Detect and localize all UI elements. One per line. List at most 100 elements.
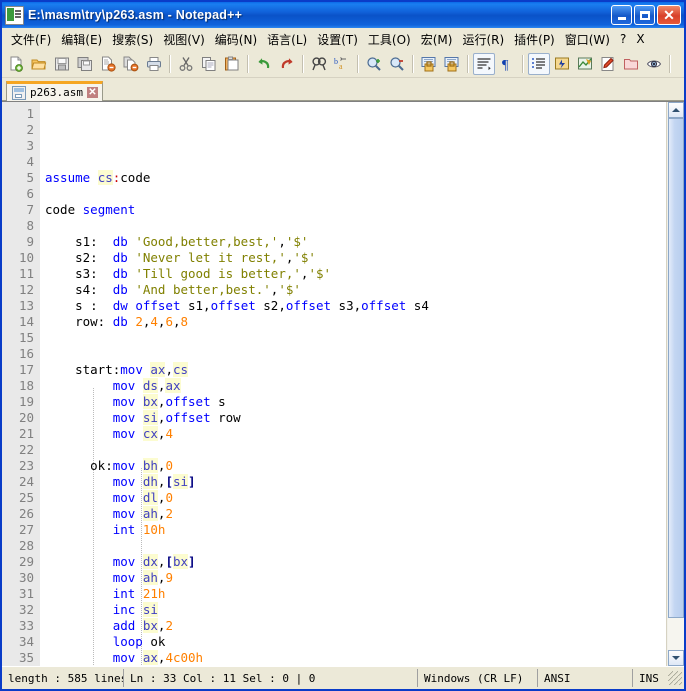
minimize-button[interactable] [611, 5, 632, 25]
code-line[interactable]: mov si,offset row [45, 410, 666, 426]
close-button[interactable]: ✕ [657, 5, 681, 25]
code-line[interactable]: s3: db 'Till good is better,','$' [45, 266, 666, 282]
zoom-out-icon[interactable] [386, 53, 408, 75]
sync-vertical-scroll-icon[interactable] [418, 53, 440, 75]
redo-icon[interactable] [276, 53, 298, 75]
find-icon[interactable] [308, 53, 330, 75]
code-line[interactable]: code segment [45, 202, 666, 218]
undo-icon[interactable] [253, 53, 275, 75]
save-all-icon[interactable] [74, 53, 96, 75]
code-line[interactable]: s : dw offset s1,offset s2,offset s3,off… [45, 298, 666, 314]
code-line[interactable]: int 21h [45, 586, 666, 602]
print-icon[interactable] [143, 53, 165, 75]
code-text[interactable]: assume cs:code code segment s1: db 'Good… [40, 102, 666, 666]
code-line[interactable] [45, 442, 666, 458]
menu-language[interactable]: 语言(L) [262, 29, 312, 50]
folder-as-workspace-icon[interactable] [620, 53, 642, 75]
paste-icon[interactable] [221, 53, 243, 75]
code-line[interactable]: row: db 2,4,6,8 [45, 314, 666, 330]
code-line[interactable] [45, 186, 666, 202]
line-number: 3 [26, 138, 34, 153]
code-line[interactable]: mov dx,[bx] [45, 554, 666, 570]
code-line[interactable]: s2: db 'Never let it rest,','$' [45, 250, 666, 266]
cut-icon[interactable] [175, 53, 197, 75]
status-insert-mode[interactable]: INS [633, 669, 665, 687]
save-icon[interactable] [51, 53, 73, 75]
code-token: '$' [285, 234, 309, 249]
code-line[interactable] [45, 346, 666, 362]
resize-grip-icon[interactable] [668, 671, 682, 685]
code-line[interactable]: start:mov ax,cs [45, 362, 666, 378]
code-line[interactable] [45, 218, 666, 234]
menu-close-doc[interactable]: X [631, 30, 649, 48]
code-token: cs [172, 362, 189, 377]
code-line[interactable]: mov ah,9 [45, 570, 666, 586]
tab-p263-asm[interactable]: p263.asm ✕ [6, 81, 103, 101]
show-all-characters-icon[interactable]: ¶ [496, 53, 518, 75]
code-line[interactable]: loop ok [45, 634, 666, 650]
code-line[interactable]: mov ah,2 [45, 506, 666, 522]
notepad-plus-plus-window: E:\masm\try\p263.asm - Notepad++ ✕ 文件(F)… [0, 0, 686, 691]
menu-view[interactable]: 视图(V) [158, 29, 210, 50]
open-file-icon[interactable] [28, 53, 50, 75]
menu-plugins[interactable]: 插件(P) [509, 29, 560, 50]
code-line[interactable]: add bx,2 [45, 618, 666, 634]
scroll-up-button[interactable] [667, 102, 684, 118]
code-token: assume [45, 170, 91, 185]
new-file-icon[interactable] [5, 53, 27, 75]
menu-window[interactable]: 窗口(W) [560, 29, 615, 50]
word-wrap-icon[interactable] [473, 53, 495, 75]
menu-settings[interactable]: 设置(T) [312, 29, 363, 50]
menu-tools[interactable]: 工具(O) [363, 29, 416, 50]
code-line[interactable]: s1: db 'Good,better,best,','$' [45, 234, 666, 250]
close-file-icon[interactable] [97, 53, 119, 75]
show-function-list-icon[interactable] [574, 53, 596, 75]
replace-icon[interactable]: ba [331, 53, 353, 75]
copy-icon[interactable] [198, 53, 220, 75]
zoom-in-icon[interactable] [363, 53, 385, 75]
code-token: db [112, 234, 128, 249]
toolbar-separator [247, 55, 249, 73]
code-line[interactable]: mov dl,0 [45, 490, 666, 506]
code-line[interactable]: int 10h [45, 522, 666, 538]
scintilla-editor[interactable]: 1 2 3 4 5 6 7 8 9 10 11 12 13 14 15 16 17 18 19 20 21 22 23 24 2… [2, 102, 666, 666]
menu-file[interactable]: 文件(F) [6, 29, 56, 50]
document-map-icon[interactable] [643, 53, 665, 75]
line-number-gutter: 1 2 3 4 5 6 7 8 9 10 11 12 13 14 15 16 17 18 19 20 21 22 23 24 2… [2, 102, 40, 666]
menu-encoding[interactable]: 编码(N) [210, 29, 262, 50]
code-line[interactable]: mov ax,4c00h [45, 650, 666, 666]
tab-close-icon[interactable]: ✕ [86, 87, 98, 98]
tab-label: p263.asm [30, 86, 83, 99]
status-encoding[interactable]: ANSI [538, 669, 633, 687]
menu-search[interactable]: 搜索(S) [107, 29, 158, 50]
menu-macro[interactable]: 宏(M) [416, 29, 458, 50]
code-line[interactable]: mov dh,[si] [45, 474, 666, 490]
sync-horizontal-scroll-icon[interactable] [441, 53, 463, 75]
code-line[interactable]: mov cx,4 [45, 426, 666, 442]
scroll-down-button[interactable] [667, 650, 684, 666]
line-number: 17 [18, 362, 34, 377]
menu-run[interactable]: 运行(R) [457, 29, 509, 50]
code-line[interactable]: mov ds,ax [45, 378, 666, 394]
code-line[interactable] [45, 330, 666, 346]
indent-guide-icon[interactable] [528, 53, 550, 75]
close-all-icon[interactable] [120, 53, 142, 75]
menu-help[interactable]: ? [615, 30, 631, 48]
menu-edit[interactable]: 编辑(E) [56, 29, 107, 50]
code-line[interactable]: assume cs:code [45, 170, 666, 186]
vertical-scrollbar[interactable] [666, 102, 684, 666]
code-line[interactable]: mov bx,offset s [45, 394, 666, 410]
scroll-track[interactable] [667, 118, 684, 650]
code-line[interactable]: s4: db 'And better,best.','$' [45, 282, 666, 298]
code-line[interactable] [45, 538, 666, 554]
code-line[interactable]: ok:mov bh,0 [45, 458, 666, 474]
code-token: 6 [165, 314, 173, 329]
maximize-button[interactable] [634, 5, 655, 25]
code-token: bx [142, 394, 158, 409]
macro-record-icon[interactable] [597, 53, 619, 75]
scroll-thumb[interactable] [667, 118, 684, 619]
user-defined-language-icon[interactable] [551, 53, 573, 75]
code-line[interactable]: inc si [45, 602, 666, 618]
status-eol[interactable]: Windows (CR LF) [418, 669, 538, 687]
